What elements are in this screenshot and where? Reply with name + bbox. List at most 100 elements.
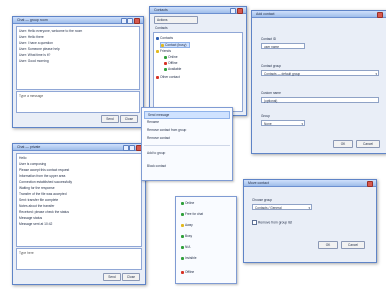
tree-contact[interactable]: Other contact bbox=[156, 75, 180, 79]
send-button[interactable]: Send bbox=[103, 273, 121, 281]
window-title: Add contact bbox=[256, 11, 275, 16]
status-invisible-icon bbox=[181, 256, 184, 260]
message-input-text: Type here bbox=[19, 251, 34, 255]
tree-contact[interactable]: Online bbox=[164, 55, 178, 59]
status-busy-icon bbox=[181, 234, 184, 238]
menu-item-remove-from-group[interactable]: Remove contact from group bbox=[144, 127, 230, 133]
status-item-invisible[interactable]: Invisible bbox=[178, 255, 234, 261]
cancel-button[interactable]: Cancel bbox=[341, 241, 365, 249]
message-line: Hello bbox=[19, 156, 27, 160]
contact-id-field[interactable]: user name bbox=[261, 43, 305, 49]
message-line: Message sent at 10:42 bbox=[19, 222, 53, 226]
message-line: User: Hello everyone, welcome to the roo… bbox=[19, 29, 83, 33]
move-contact-dialog: Move contact Choose group Contacts / Gen… bbox=[243, 179, 377, 263]
message-line: Notes about the transfer bbox=[19, 204, 55, 208]
actions-menu-label: Actions bbox=[157, 18, 168, 22]
chat-window-group: Chat — group room User: Hello everyone, … bbox=[12, 16, 144, 128]
status-item-away[interactable]: Away bbox=[178, 222, 234, 228]
ok-button[interactable]: OK bbox=[318, 241, 338, 249]
field-label: Custom name bbox=[261, 91, 281, 95]
actions-menu-button[interactable]: Actions bbox=[154, 16, 198, 24]
status-na-icon bbox=[181, 245, 184, 249]
group-select[interactable]: None bbox=[261, 120, 305, 127]
menu-item-rename[interactable]: Rename bbox=[144, 119, 230, 125]
message-history[interactable]: Hello User is composing Please accept th… bbox=[16, 153, 142, 247]
contact-list-window: Contacts Actions Contacts Contacts Conta… bbox=[149, 6, 247, 116]
send-button[interactable]: Send bbox=[101, 115, 119, 123]
tree-contact-selected[interactable]: Contact (busy) bbox=[160, 42, 191, 48]
message-line: Transfer of the file was accepted bbox=[19, 192, 67, 196]
window-title: Contacts bbox=[154, 7, 168, 12]
checkbox[interactable] bbox=[252, 220, 257, 225]
status-online-icon bbox=[164, 67, 167, 71]
status-online-icon bbox=[181, 201, 184, 205]
status-chat-icon bbox=[181, 212, 184, 216]
menu-item-add-to-group[interactable]: Add to group bbox=[144, 150, 230, 156]
contact-list-title-bar[interactable]: Contacts bbox=[150, 7, 246, 14]
tree-contact[interactable]: Available bbox=[164, 67, 181, 71]
contact-tree[interactable]: Contacts Contact (busy) Friends Online O… bbox=[153, 32, 243, 112]
close-button[interactable]: Close bbox=[120, 115, 138, 123]
status-busy-icon bbox=[156, 75, 159, 79]
close-icon[interactable] bbox=[377, 12, 383, 18]
message-history[interactable]: User: Hello everyone, welcome to the roo… bbox=[16, 26, 140, 90]
maximize-icon[interactable] bbox=[127, 18, 133, 24]
status-item-online[interactable]: Online bbox=[178, 200, 234, 206]
message-line: User: Good morning bbox=[19, 59, 49, 63]
window-title: Move contact bbox=[248, 180, 269, 185]
contact-context-menu: Send message Rename Remove contact from … bbox=[141, 107, 233, 181]
message-line: User is composing bbox=[19, 162, 47, 166]
status-away-icon bbox=[181, 223, 184, 227]
group-icon bbox=[156, 36, 159, 40]
menu-item-block-contact[interactable]: Block contact bbox=[144, 163, 230, 169]
status-online-icon bbox=[164, 55, 167, 59]
menu-item-send-message[interactable]: Send message bbox=[144, 111, 230, 119]
add-contact-window: Add contact Contact ID user name Contact… bbox=[251, 10, 386, 154]
message-line: User: Hello there bbox=[19, 35, 44, 39]
move-contact-title-bar[interactable]: Move contact bbox=[244, 180, 376, 187]
tree-group-contacts[interactable]: Contacts bbox=[156, 36, 173, 40]
close-icon[interactable] bbox=[134, 18, 140, 24]
contacts-tab[interactable]: Contacts bbox=[155, 26, 168, 30]
custom-name-field[interactable]: (optional) bbox=[261, 97, 379, 103]
message-line: Please accept this contact request bbox=[19, 168, 70, 172]
close-icon[interactable] bbox=[367, 181, 373, 187]
minimize-icon[interactable] bbox=[230, 8, 236, 14]
message-line: Message status bbox=[19, 216, 43, 220]
message-line: Received: please check the status bbox=[19, 210, 70, 214]
close-button[interactable]: Close bbox=[122, 273, 140, 281]
menu-separator bbox=[144, 145, 230, 146]
status-item-busy[interactable]: Busy bbox=[178, 233, 234, 239]
field-label: Contact group bbox=[261, 64, 282, 68]
cancel-button[interactable]: Cancel bbox=[356, 140, 380, 148]
field-label: Contact ID bbox=[261, 37, 277, 41]
tree-group-friends[interactable]: Friends bbox=[156, 49, 171, 53]
message-line: User: I have a question bbox=[19, 41, 53, 45]
message-line: Information from the upper area bbox=[19, 174, 66, 178]
group-icon bbox=[156, 49, 159, 53]
group-select[interactable]: Contacts / General bbox=[252, 204, 312, 211]
status-away-icon bbox=[161, 43, 164, 47]
status-item-free-for-chat[interactable]: Free for chat bbox=[178, 211, 234, 217]
field-label: Group bbox=[261, 114, 270, 118]
window-title: Chat — group room bbox=[17, 17, 48, 22]
status-item-na[interactable]: N/A bbox=[178, 244, 234, 250]
status-busy-icon bbox=[164, 61, 167, 65]
message-input-text: Type a message bbox=[19, 94, 44, 98]
message-line: Sent: transfer file complete bbox=[19, 198, 59, 202]
maximize-icon[interactable] bbox=[129, 145, 135, 151]
status-menu: Online Free for chat Away Busy N/A Invis… bbox=[175, 196, 237, 284]
message-input[interactable]: Type here bbox=[16, 248, 142, 270]
remove-from-list-option[interactable]: Remove from group list bbox=[252, 220, 292, 225]
contact-group-select[interactable]: Contacts — default group bbox=[261, 70, 379, 77]
chat-window-title-bar[interactable]: Chat — group room bbox=[13, 17, 143, 24]
chat-window-title-bar[interactable]: Chat — private bbox=[13, 144, 145, 151]
status-item-offline[interactable]: Offline bbox=[178, 269, 234, 275]
message-input[interactable]: Type a message bbox=[16, 91, 140, 113]
close-icon[interactable] bbox=[237, 8, 243, 14]
ok-button[interactable]: OK bbox=[333, 140, 353, 148]
add-contact-title-bar[interactable]: Add contact bbox=[252, 11, 386, 18]
menu-item-remove-contact[interactable]: Remove contact bbox=[144, 135, 230, 141]
tree-contact[interactable]: Offline bbox=[164, 61, 177, 65]
select-label: Choose group bbox=[252, 198, 273, 202]
